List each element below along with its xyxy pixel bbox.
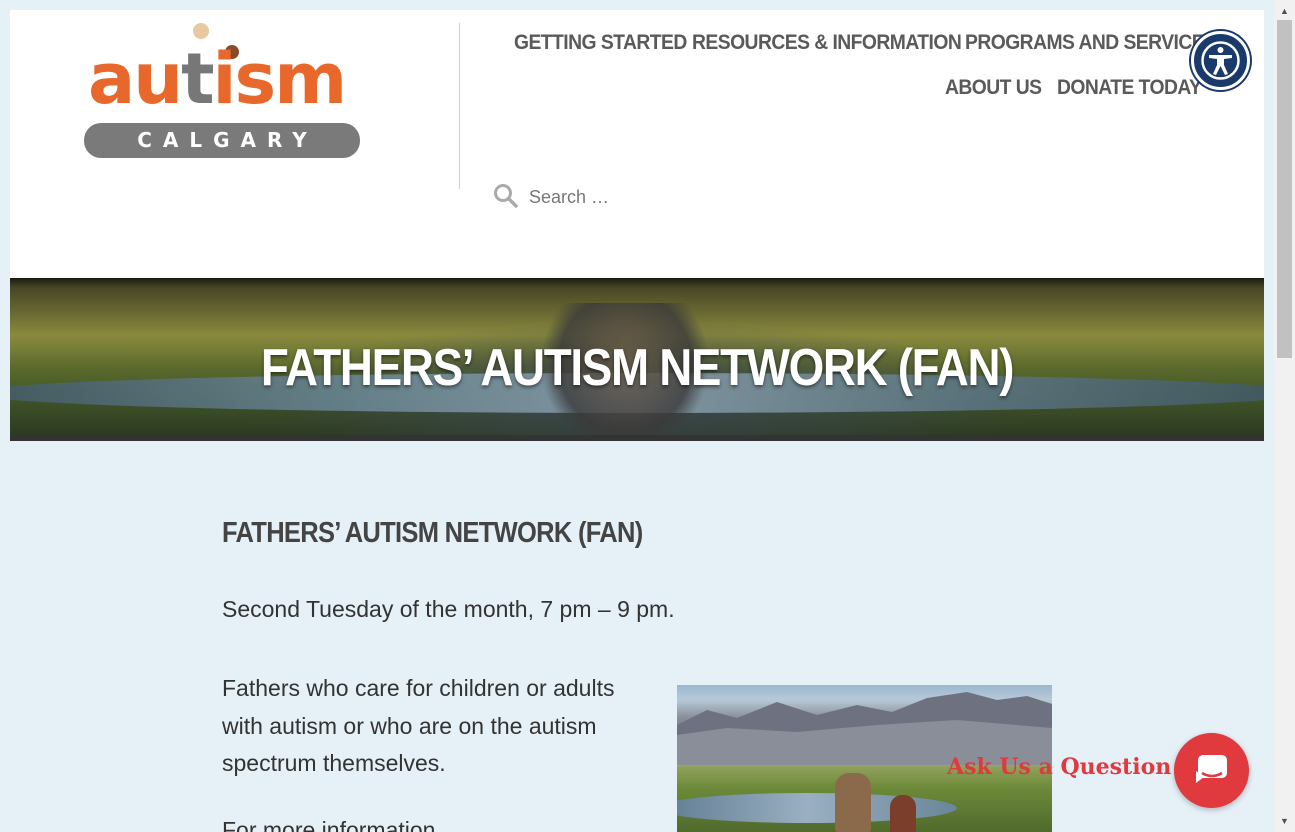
nav-getting-started[interactable]: GETTING STARTED [514,31,687,55]
site-header: autism CALGARY GETTING STARTED RESOURCES… [10,10,1264,278]
page-scrollbar[interactable]: ▲ ▼ [1274,0,1295,832]
hero-bottom-border [10,435,1264,441]
ask-question-label[interactable]: Ask Us a Question [947,754,1171,780]
more-info-text: For more information [222,817,436,832]
accessibility-icon [1201,41,1240,80]
chat-button[interactable] [1174,733,1249,808]
description-text: Fathers who care for children or adults … [222,675,615,776]
hero-title: FATHERS’ AUTISM NETWORK (FAN) [260,339,1015,397]
nav-about-us[interactable]: ABOUT US [945,76,1042,100]
logo-dot-tan [193,23,209,39]
nav-resources-information[interactable]: RESOURCES & INFORMATION [692,31,962,55]
scroll-up-arrow-icon[interactable]: ▲ [1274,0,1295,20]
search-form [493,181,893,213]
photo-child [890,795,916,832]
chat-bubble-icon [1196,755,1227,783]
site-logo[interactable]: autism CALGARY [82,22,362,162]
accessibility-button[interactable] [1191,31,1250,90]
photo-father [835,773,871,832]
page-heading: FATHERS’ AUTISM NETWORK (FAN) [222,517,643,549]
search-input[interactable] [529,181,869,213]
header-divider [459,23,460,189]
scroll-thumb[interactable] [1277,20,1292,358]
schedule-text: Second Tuesday of the month, 7 pm – 9 pm… [222,596,675,622]
nav-programs-services[interactable]: PROGRAMS AND SERVICES [965,31,1217,55]
search-icon[interactable] [493,183,519,209]
logo-subtext: CALGARY [84,123,360,158]
nav-donate-today[interactable]: DONATE TODAY [1057,76,1202,100]
scroll-down-arrow-icon[interactable]: ▼ [1274,812,1295,832]
logo-wordmark: autism [88,38,347,120]
hero-banner: FATHERS’ AUTISM NETWORK (FAN) [10,278,1264,441]
